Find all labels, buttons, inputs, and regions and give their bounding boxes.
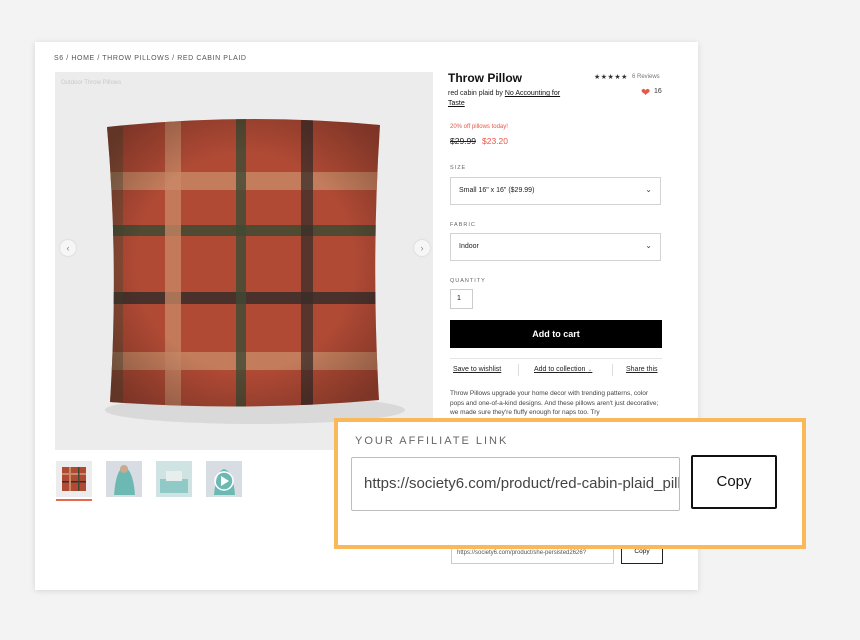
product-byline: red cabin plaid by No Accounting for Tas…	[448, 89, 568, 109]
copy-button[interactable]: Copy	[691, 455, 777, 509]
quantity-input[interactable]: 1	[450, 289, 473, 309]
prev-image-arrow-icon[interactable]: ‹	[60, 240, 76, 256]
add-to-collection-link[interactable]: Add to collection ⌄	[534, 366, 592, 373]
fabric-label: FABRIC	[450, 222, 476, 228]
thumbnail-lifestyle-2[interactable]	[156, 461, 192, 497]
likes-count: 16	[654, 88, 662, 95]
rating-stars-icon: ★★★★★	[594, 74, 628, 81]
add-to-cart-button[interactable]: Add to cart	[450, 320, 662, 348]
size-select[interactable]: Small 16" x 16" ($29.99) ⌄	[450, 177, 661, 205]
thumbnail-pillow-icon	[62, 467, 86, 491]
breadcrumb[interactable]: S6 / HOME / THROW PILLOWS / RED CABIN PL…	[54, 55, 247, 62]
product-description: Throw Pillows upgrade your home decor wi…	[450, 390, 659, 416]
thumbnail-video[interactable]	[206, 461, 242, 497]
pillow-illustration	[105, 118, 405, 424]
affiliate-link-title: YOUR AFFILIATE LINK	[355, 435, 509, 447]
thumbnail-lifestyle-1[interactable]	[106, 461, 142, 497]
quantity-label: QUANTITY	[450, 278, 486, 284]
sale-price: $23.20	[482, 136, 508, 146]
product-title: Throw Pillow	[448, 71, 522, 85]
divider	[518, 364, 519, 376]
affiliate-link-input[interactable]: https://society6.com/product/red-cabin-p…	[351, 457, 680, 511]
play-video-icon	[206, 461, 242, 497]
chevron-down-icon: ⌄	[587, 367, 593, 373]
fabric-select[interactable]: Indoor ⌄	[450, 233, 661, 261]
chevron-down-icon: ⌄	[645, 185, 652, 194]
thumbnail-pillow[interactable]	[56, 461, 92, 497]
promo-text: 20% off pillows today!	[450, 124, 508, 130]
divider	[612, 364, 613, 376]
chevron-down-icon: ⌄	[645, 241, 652, 250]
thumbnail-lifestyle-icon	[106, 461, 142, 497]
save-to-wishlist-link[interactable]: Save to wishlist	[453, 366, 501, 373]
size-label: SIZE	[450, 165, 467, 171]
original-price: $29.99	[450, 136, 476, 146]
product-image: Outdoor Throw Pillows ‹ ›	[55, 72, 433, 450]
affiliate-link-callout: YOUR AFFILIATE LINK https://society6.com…	[334, 418, 806, 549]
fabric-value: Indoor	[459, 243, 479, 250]
next-image-arrow-icon[interactable]: ›	[414, 240, 430, 256]
byline-prefix: red cabin plaid by	[448, 90, 503, 97]
thumbnail-selected-indicator	[56, 499, 92, 501]
share-link[interactable]: Share this	[626, 366, 658, 373]
photo-caption: Outdoor Throw Pillows	[61, 80, 122, 86]
size-value: Small 16" x 16" ($29.99)	[459, 187, 535, 194]
add-to-collection-label: Add to collection	[534, 366, 586, 373]
thumbnail-room-icon	[156, 461, 192, 497]
reviews-link[interactable]: 6 Reviews	[632, 74, 660, 80]
heart-icon[interactable]: ❤	[641, 86, 650, 99]
divider	[450, 358, 662, 359]
